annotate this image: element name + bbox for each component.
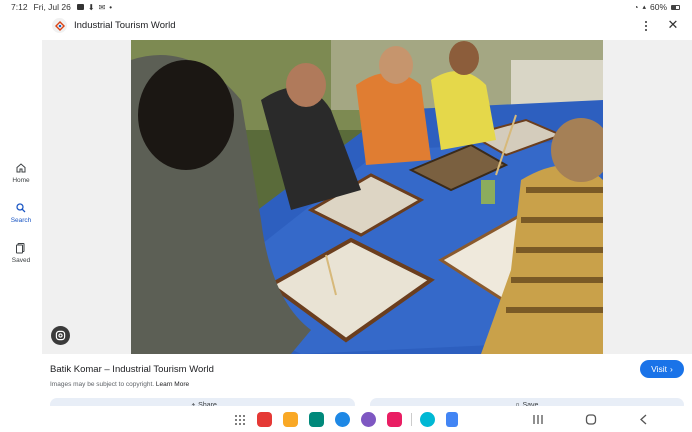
batik-workshop-photo[interactable] xyxy=(131,40,603,354)
visit-button[interactable]: Visit › xyxy=(640,360,684,378)
photo-illustration xyxy=(131,40,603,354)
saved-icon xyxy=(16,243,25,254)
image-viewer xyxy=(42,40,692,354)
image-title[interactable]: Batik Komar – Industrial Tourism World xyxy=(50,364,214,375)
home-icon xyxy=(16,163,26,173)
site-favicon xyxy=(52,18,67,33)
gmail-icon: ✉ xyxy=(98,2,106,12)
dock-app-calendar[interactable] xyxy=(309,412,324,427)
google-lens-button[interactable] xyxy=(51,326,70,345)
learn-more-link[interactable]: Learn More xyxy=(156,381,189,388)
more-options-button[interactable] xyxy=(640,18,652,34)
youtube-icon xyxy=(76,4,84,10)
nav-home[interactable]: Home xyxy=(0,162,42,184)
download-icon: ⬇ xyxy=(87,2,95,12)
status-bar: 7:12 Fri, Jul 26 ⬇ ✉ • ◔ ▴ 60% xyxy=(0,0,692,14)
recent-apps-icon[interactable] xyxy=(532,414,544,425)
copyright-notice: Images may be subject to copyright. Lear… xyxy=(50,381,189,388)
dock-app-messages[interactable] xyxy=(335,412,350,427)
dock-app-files[interactable] xyxy=(283,412,298,427)
nav-home-label: Home xyxy=(12,177,30,184)
dot-icon: • xyxy=(109,2,113,12)
dock-divider xyxy=(411,413,412,426)
status-time: 7:12 xyxy=(11,2,28,12)
back-icon[interactable] xyxy=(638,414,650,425)
close-button[interactable]: ✕ xyxy=(666,18,680,32)
site-logo-icon xyxy=(54,20,65,31)
app-drawer-icon[interactable] xyxy=(235,415,245,425)
home-nav-icon[interactable] xyxy=(585,414,597,425)
battery-icon xyxy=(671,4,680,10)
site-name[interactable]: Industrial Tourism World xyxy=(74,20,176,31)
taskbar xyxy=(0,406,692,432)
dock-app-screen-recorder[interactable] xyxy=(387,412,402,427)
nav-saved[interactable]: Saved xyxy=(0,242,42,264)
viewer-header: Industrial Tourism World ✕ xyxy=(42,14,692,38)
wifi-icon: ◔ xyxy=(633,2,639,12)
dock-app-messenger[interactable] xyxy=(361,412,376,427)
copyright-text: Images may be subject to copyright. xyxy=(50,381,155,388)
nav-saved-label: Saved xyxy=(11,257,31,264)
chevron-right-icon: › xyxy=(670,364,673,374)
dock-app-red[interactable] xyxy=(257,412,272,427)
google-lens-icon xyxy=(55,330,66,341)
search-icon xyxy=(16,203,26,213)
visit-label: Visit xyxy=(651,364,668,374)
dock-app-canva[interactable] xyxy=(420,412,435,427)
nav-search[interactable]: Search xyxy=(0,202,42,224)
navigation-rail: Home Search Saved xyxy=(0,14,42,406)
battery-text: 60% xyxy=(649,2,667,12)
status-date: Fri, Jul 26 xyxy=(33,2,71,12)
nav-search-label: Search xyxy=(10,217,32,224)
signal-icon: ▴ xyxy=(642,4,646,11)
dock-app-docs[interactable] xyxy=(446,412,458,427)
